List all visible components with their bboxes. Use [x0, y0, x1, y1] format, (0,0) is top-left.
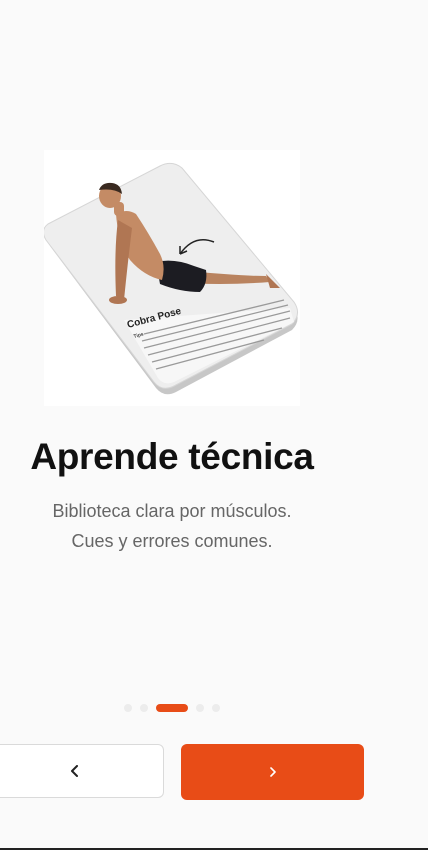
- onboarding-screen: Cobra Pose Tips Aprende técnica Bibliote…: [0, 0, 428, 850]
- back-button[interactable]: [0, 744, 164, 798]
- pagination-dot: [196, 704, 204, 712]
- pagination-indicator: [124, 704, 220, 712]
- pagination-dot-active: [156, 704, 188, 712]
- chevron-right-icon: [269, 767, 276, 777]
- subtitle-line: Biblioteca clara por músculos.: [52, 501, 292, 521]
- pagination-dot: [140, 704, 148, 712]
- pagination-dot: [124, 704, 132, 712]
- hand-shape: [109, 296, 127, 304]
- illustration-svg: Cobra Pose Tips: [44, 162, 298, 395]
- chevron-left-icon: [71, 765, 78, 777]
- cobra-pose-illustration: Cobra Pose Tips: [44, 150, 300, 406]
- next-button[interactable]: [181, 744, 364, 800]
- onboarding-subtitle: Biblioteca clara por músculos. Cues y er…: [0, 496, 344, 556]
- onboarding-title: Aprende técnica: [30, 436, 314, 477]
- pagination-dot: [212, 704, 220, 712]
- subtitle-line: Cues y errores comunes.: [71, 531, 273, 551]
